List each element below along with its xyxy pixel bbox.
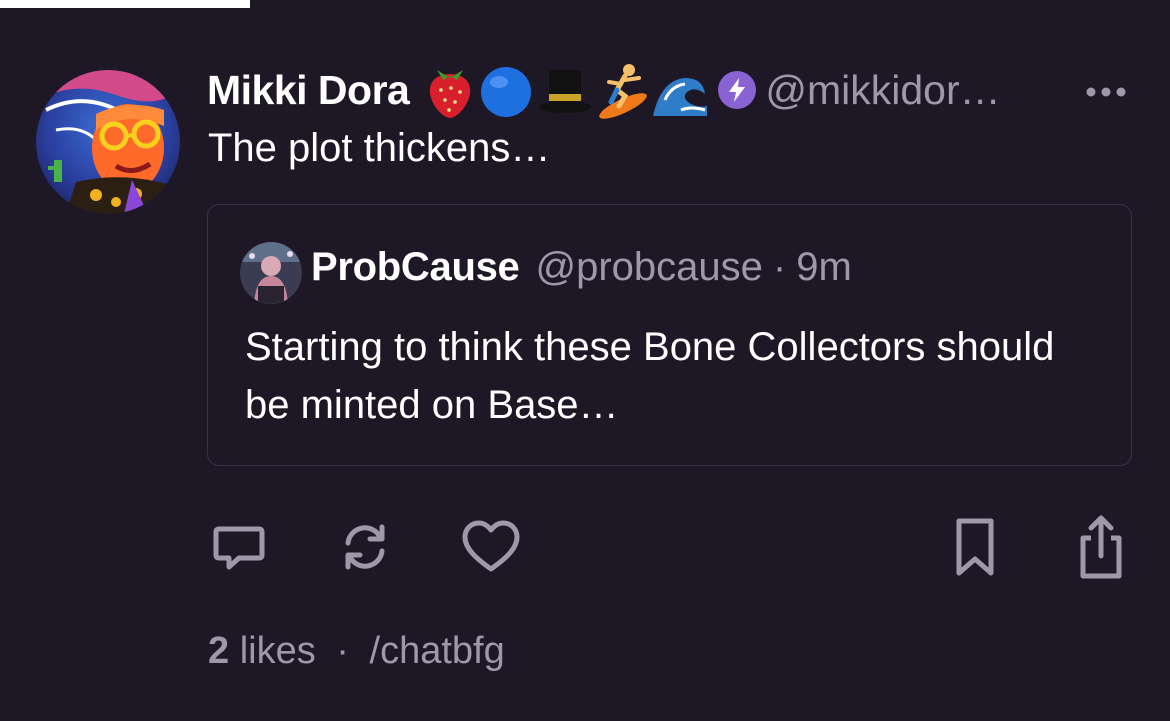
likes-label[interactable]: likes	[240, 630, 316, 672]
quoted-cast-header: ProbCause @probcause · 9m	[311, 245, 852, 290]
reply-button[interactable]	[204, 512, 274, 582]
author-display-name[interactable]: Mikki Dora	[207, 67, 410, 114]
power-badge-icon	[717, 70, 757, 110]
quoted-cast-timestamp: 9m	[796, 245, 852, 289]
quoted-header-separator: ·	[772, 245, 787, 289]
tab-indicator	[0, 0, 250, 8]
author-handle[interactable]: @mikkidor…	[765, 67, 1000, 114]
surfer-icon	[599, 64, 648, 119]
quoted-cast-card[interactable]: ProbCause @probcause · 9m Starting to th…	[207, 204, 1132, 466]
recast-button[interactable]	[330, 512, 400, 582]
author-avatar[interactable]	[36, 70, 180, 214]
author-emoji-set	[423, 60, 709, 120]
cast-footer: 2 likes · /chatbfg	[208, 630, 505, 673]
bookmark-icon	[956, 518, 994, 576]
like-icon	[462, 520, 520, 572]
footer-separator: ·	[336, 630, 349, 672]
like-button[interactable]	[456, 512, 526, 582]
cast-screen: Mikki Dora @mikkidor… The plot thickens……	[0, 0, 1170, 721]
likes-count[interactable]: 2	[208, 630, 229, 672]
share-icon	[1080, 515, 1122, 579]
cast-header: Mikki Dora @mikkidor…	[207, 58, 1107, 122]
reply-icon	[213, 526, 265, 570]
ellipsis-icon	[1086, 87, 1126, 97]
quoted-author-display-name[interactable]: ProbCause	[311, 245, 520, 290]
share-button[interactable]	[1066, 512, 1136, 582]
recast-icon	[345, 524, 385, 570]
quoted-cast-text: Starting to think these Bone Collectors …	[245, 325, 1055, 427]
quoted-author-handle[interactable]: @probcause	[535, 245, 762, 290]
bookmark-button[interactable]	[940, 512, 1010, 582]
top-hat-icon	[539, 70, 592, 113]
strawberry-icon	[430, 70, 471, 118]
more-options-button[interactable]	[1082, 72, 1130, 112]
channel-link[interactable]: /chatbfg	[370, 630, 505, 672]
quoted-author-avatar[interactable]	[240, 242, 302, 304]
blue-circle-icon	[481, 67, 532, 117]
cast-text: The plot thickens…	[208, 126, 551, 170]
wave-icon	[653, 78, 708, 116]
